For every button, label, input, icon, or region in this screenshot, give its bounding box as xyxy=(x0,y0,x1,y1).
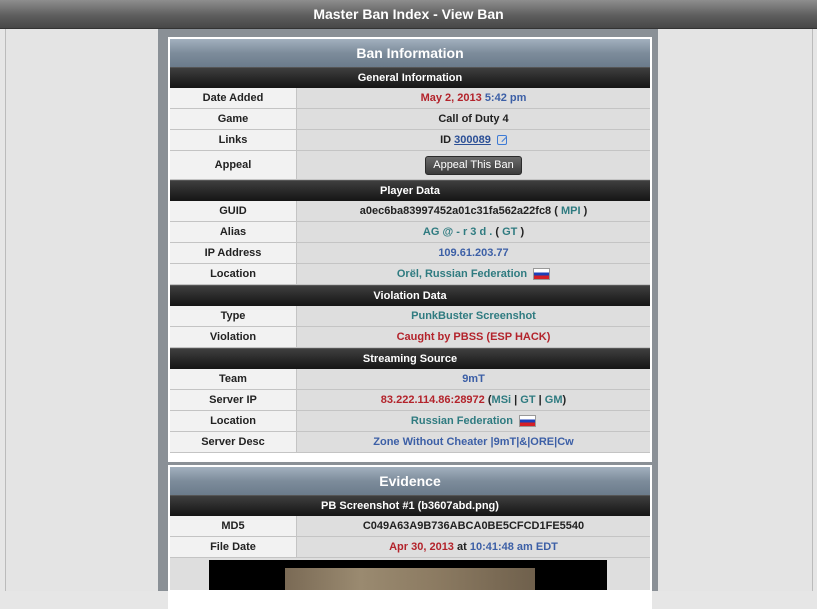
appeal-value: Appeal This Ban xyxy=(297,151,650,179)
guid-paren-open: ( xyxy=(554,205,558,217)
date-added-label: Date Added xyxy=(170,88,297,108)
server-desc-value[interactable]: Zone Without Cheater |9mT|&|ORE|Cw xyxy=(297,432,650,452)
player-location-text[interactable]: Orël, Russian Federation xyxy=(397,268,527,280)
evidence-panel: Evidence PB Screenshot #1 (b3607abd.png)… xyxy=(168,465,652,609)
server-gt-link[interactable]: GT xyxy=(520,394,535,406)
content-column: Ban Information General Information Date… xyxy=(158,29,658,609)
player-location-value: Orël, Russian Federation xyxy=(297,264,650,284)
pb-screenshot-header: PB Screenshot #1 (b3607abd.png) xyxy=(170,495,650,516)
screenshot-row xyxy=(170,558,650,590)
server-location-value: Russian Federation xyxy=(297,411,650,431)
russia-flag-icon xyxy=(519,415,537,428)
server-gm-link[interactable]: GM xyxy=(545,394,563,406)
alias-row: Alias AG @ - r 3 d . ( GT ) xyxy=(170,222,650,243)
ip-address-row: IP Address 109.61.203.77 xyxy=(170,243,650,264)
server-ip-row: Server IP 83.222.114.86:28972 (MSi | GT … xyxy=(170,390,650,411)
player-location-label: Location xyxy=(170,264,297,284)
file-date-at: at xyxy=(457,541,467,553)
appeal-label: Appeal xyxy=(170,151,297,179)
guid-label: GUID xyxy=(170,201,297,221)
alias-paren-close: ) xyxy=(520,226,525,238)
team-label: Team xyxy=(170,369,297,389)
violation-label: Violation xyxy=(170,327,297,347)
appeal-this-ban-button[interactable]: Appeal This Ban xyxy=(425,155,522,175)
appeal-row: Appeal Appeal This Ban xyxy=(170,151,650,180)
ip-address-label: IP Address xyxy=(170,243,297,263)
ban-information-panel: Ban Information General Information Date… xyxy=(168,37,652,462)
game-label: Game xyxy=(170,109,297,129)
alias-gt-link[interactable]: GT xyxy=(502,226,517,238)
server-sep-1: | xyxy=(514,394,518,406)
md5-label: MD5 xyxy=(170,516,297,536)
type-value[interactable]: PunkBuster Screenshot xyxy=(297,306,650,326)
screenshot-frame[interactable] xyxy=(209,560,607,590)
guid-mpi-link[interactable]: MPI xyxy=(561,205,581,217)
server-location-row: Location Russian Federation xyxy=(170,411,650,432)
server-location-label: Location xyxy=(170,411,297,431)
server-location-text[interactable]: Russian Federation xyxy=(411,415,513,427)
game-value: Call of Duty 4 xyxy=(297,109,650,129)
links-label: Links xyxy=(170,130,297,150)
server-desc-label: Server Desc xyxy=(170,432,297,452)
alias-value: AG @ - r 3 d . ( GT ) xyxy=(297,222,650,242)
server-msi-link[interactable]: MSi xyxy=(492,394,512,406)
server-ip-value: 83.222.114.86:28972 (MSi | GT | GM) xyxy=(297,390,650,410)
alias-paren-open: ( xyxy=(495,226,500,238)
guid-row: GUID a0ec6ba83997452a01c31fa562a22fc8 ( … xyxy=(170,201,650,222)
md5-row: MD5 C049A63A9B736ABCA0BE5CFCD1FE5540 xyxy=(170,516,650,537)
id-prefix: ID xyxy=(440,134,452,146)
ip-address-value[interactable]: 109.61.203.77 xyxy=(297,243,650,263)
type-row: Type PunkBuster Screenshot xyxy=(170,306,650,327)
alias-text[interactable]: AG @ - r 3 d . xyxy=(423,226,492,238)
russia-flag-icon xyxy=(533,268,551,281)
server-ip-paren-close: ) xyxy=(562,394,567,406)
ban-id-link[interactable]: 300089 xyxy=(454,134,491,146)
player-data-header: Player Data xyxy=(170,180,650,201)
links-row: Links ID 300089 xyxy=(170,130,650,151)
file-date-label: File Date xyxy=(170,537,297,557)
server-desc-row: Server Desc Zone Without Cheater |9mT|&|… xyxy=(170,432,650,453)
date-added-date: May 2, 2013 xyxy=(420,92,482,104)
date-added-row: Date Added May 2, 2013 5:42 pm xyxy=(170,88,650,109)
game-row: Game Call of Duty 4 xyxy=(170,109,650,130)
file-date-value: Apr 30, 2013 at 10:41:48 am EDT xyxy=(297,537,650,557)
guid-value: a0ec6ba83997452a01c31fa562a22fc8 ( MPI ) xyxy=(297,201,650,221)
date-added-value: May 2, 2013 5:42 pm xyxy=(297,88,650,108)
evidence-title: Evidence xyxy=(170,467,650,495)
server-ip-label: Server IP xyxy=(170,390,297,410)
team-value[interactable]: 9mT xyxy=(297,369,650,389)
streaming-source-header: Streaming Source xyxy=(170,348,650,369)
screenshot-image[interactable] xyxy=(285,568,535,590)
links-value: ID 300089 xyxy=(297,130,650,150)
type-label: Type xyxy=(170,306,297,326)
ban-information-title: Ban Information xyxy=(170,39,650,67)
violation-row: Violation Caught by PBSS (ESP HACK) xyxy=(170,327,650,348)
window-title: Master Ban Index - View Ban xyxy=(0,0,817,29)
server-sep-2: | xyxy=(538,394,542,406)
file-date-row: File Date Apr 30, 2013 at 10:41:48 am ED… xyxy=(170,537,650,558)
alias-label: Alias xyxy=(170,222,297,242)
player-location-row: Location Orël, Russian Federation xyxy=(170,264,650,285)
date-added-time: 5:42 pm xyxy=(484,92,527,104)
violation-data-header: Violation Data xyxy=(170,285,650,306)
file-date-text: Apr 30, 2013 xyxy=(389,541,454,553)
guid-text: a0ec6ba83997452a01c31fa562a22fc8 xyxy=(359,205,552,217)
md5-value: C049A63A9B736ABCA0BE5CFCD1FE5540 xyxy=(297,516,650,536)
server-ip-text: 83.222.114.86:28972 xyxy=(380,394,485,406)
guid-paren-close: ) xyxy=(583,205,588,217)
general-information-header: General Information xyxy=(170,67,650,88)
violation-value: Caught by PBSS (ESP HACK) xyxy=(297,327,650,347)
file-time-text: 10:41:48 am EDT xyxy=(469,541,558,553)
external-link-icon[interactable] xyxy=(496,135,507,146)
team-row: Team 9mT xyxy=(170,369,650,390)
